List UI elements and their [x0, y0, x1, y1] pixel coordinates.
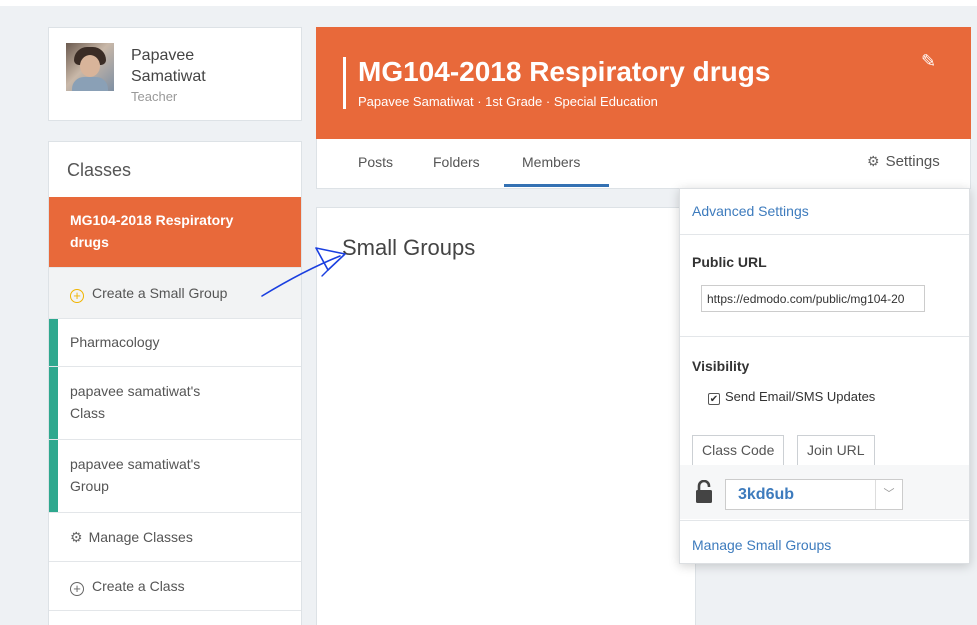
class-title: MG104-2018 Respiratory drugs	[358, 56, 771, 87]
advanced-settings-link[interactable]: Advanced Settings	[692, 203, 809, 219]
page-title: Small Groups	[342, 235, 476, 260]
tab-folders[interactable]: Folders	[433, 154, 480, 170]
gear-icon: ⚙	[867, 153, 880, 169]
settings-label: Settings	[885, 153, 940, 170]
create-small-group-link[interactable]: + Create a Small Group	[49, 267, 301, 318]
sidebar-item-label: MG104-2018 Respiratory drugs	[70, 212, 234, 250]
send-updates-checkbox[interactable]: ✔ Send Email/SMS Updates	[708, 389, 875, 405]
header-accent-bar	[343, 57, 346, 109]
group-color-bar	[49, 319, 58, 366]
classes-sidebar: Classes MG104-2018 Respiratory drugs + Cr…	[48, 141, 302, 625]
settings-dropdown: Advanced Settings Public URL https://edm…	[679, 188, 970, 564]
main-content: Small Groups	[316, 207, 696, 625]
gear-icon: ⚙	[70, 529, 83, 545]
tab-posts[interactable]: Posts	[358, 154, 393, 170]
checkbox-checked-icon: ✔	[708, 393, 720, 405]
plus-circle-icon: +	[70, 289, 84, 303]
class-code-value: 3kd6ub	[738, 486, 795, 503]
group-color-bar	[49, 440, 58, 512]
public-url-label: Public URL	[692, 254, 767, 270]
tab-class-code[interactable]: Class Code	[692, 435, 785, 465]
create-class-link[interactable]: + Create a Class	[49, 561, 301, 610]
class-tabs: Posts Folders Members ⚙ Settings	[316, 139, 971, 189]
profile-card[interactable]: Papavee Samatiwat Teacher	[48, 27, 302, 121]
active-tab-indicator	[504, 184, 609, 187]
group-color-bar	[49, 367, 58, 439]
unlock-icon[interactable]	[695, 480, 713, 504]
cropped-top-strip	[0, 0, 977, 6]
profile-name: Papavee Samatiwat	[131, 47, 206, 85]
class-header: MG104-2018 Respiratory drugs Papavee Sam…	[316, 27, 971, 139]
divider	[680, 520, 969, 521]
sidebar-item-group[interactable]: papavee samatiwat's Class	[49, 366, 301, 439]
sidebar-item-label: Pharmacology	[70, 334, 160, 350]
create-class-label: Create a Class	[92, 578, 185, 594]
sidebar-item-active-class[interactable]: MG104-2018 Respiratory drugs	[49, 197, 301, 267]
public-url-field[interactable]: https://edmodo.com/public/mg104-20	[701, 285, 925, 312]
class-code-select[interactable]: 3kd6ub ﹀	[725, 479, 903, 510]
sidebar-item-label: papavee samatiwat's Group	[70, 456, 201, 494]
tab-members[interactable]: Members	[522, 154, 580, 170]
visibility-label: Visibility	[692, 358, 750, 374]
send-updates-label: Send Email/SMS Updates	[725, 389, 876, 404]
manage-classes-link[interactable]: ⚙ Manage Classes	[49, 512, 301, 561]
divider	[680, 336, 969, 337]
settings-button[interactable]: ⚙ Settings	[867, 153, 940, 170]
manage-small-groups-link[interactable]: Manage Small Groups	[692, 537, 831, 553]
classes-heading: Classes	[67, 160, 132, 180]
sidebar-item-label: papavee samatiwat's Class	[70, 383, 201, 421]
sidebar-item-group[interactable]: Pharmacology	[49, 318, 301, 366]
manage-classes-label: Manage Classes	[88, 529, 193, 545]
pencil-edit-icon[interactable]: ✎	[921, 51, 936, 72]
profile-role: Teacher	[131, 89, 178, 104]
tab-join-url[interactable]: Join URL	[797, 435, 875, 465]
sidebar-item-group[interactable]: papavee samatiwat's Group	[49, 439, 301, 512]
divider	[680, 234, 969, 235]
plus-circle-icon: +	[70, 582, 84, 596]
sidebar-divider	[49, 610, 301, 625]
class-subtitle: Papavee Samatiwat · 1st Grade · Special …	[358, 94, 658, 109]
avatar	[66, 43, 114, 91]
create-small-group-label: Create a Small Group	[92, 285, 228, 301]
chevron-down-icon: ﹀	[875, 480, 902, 509]
